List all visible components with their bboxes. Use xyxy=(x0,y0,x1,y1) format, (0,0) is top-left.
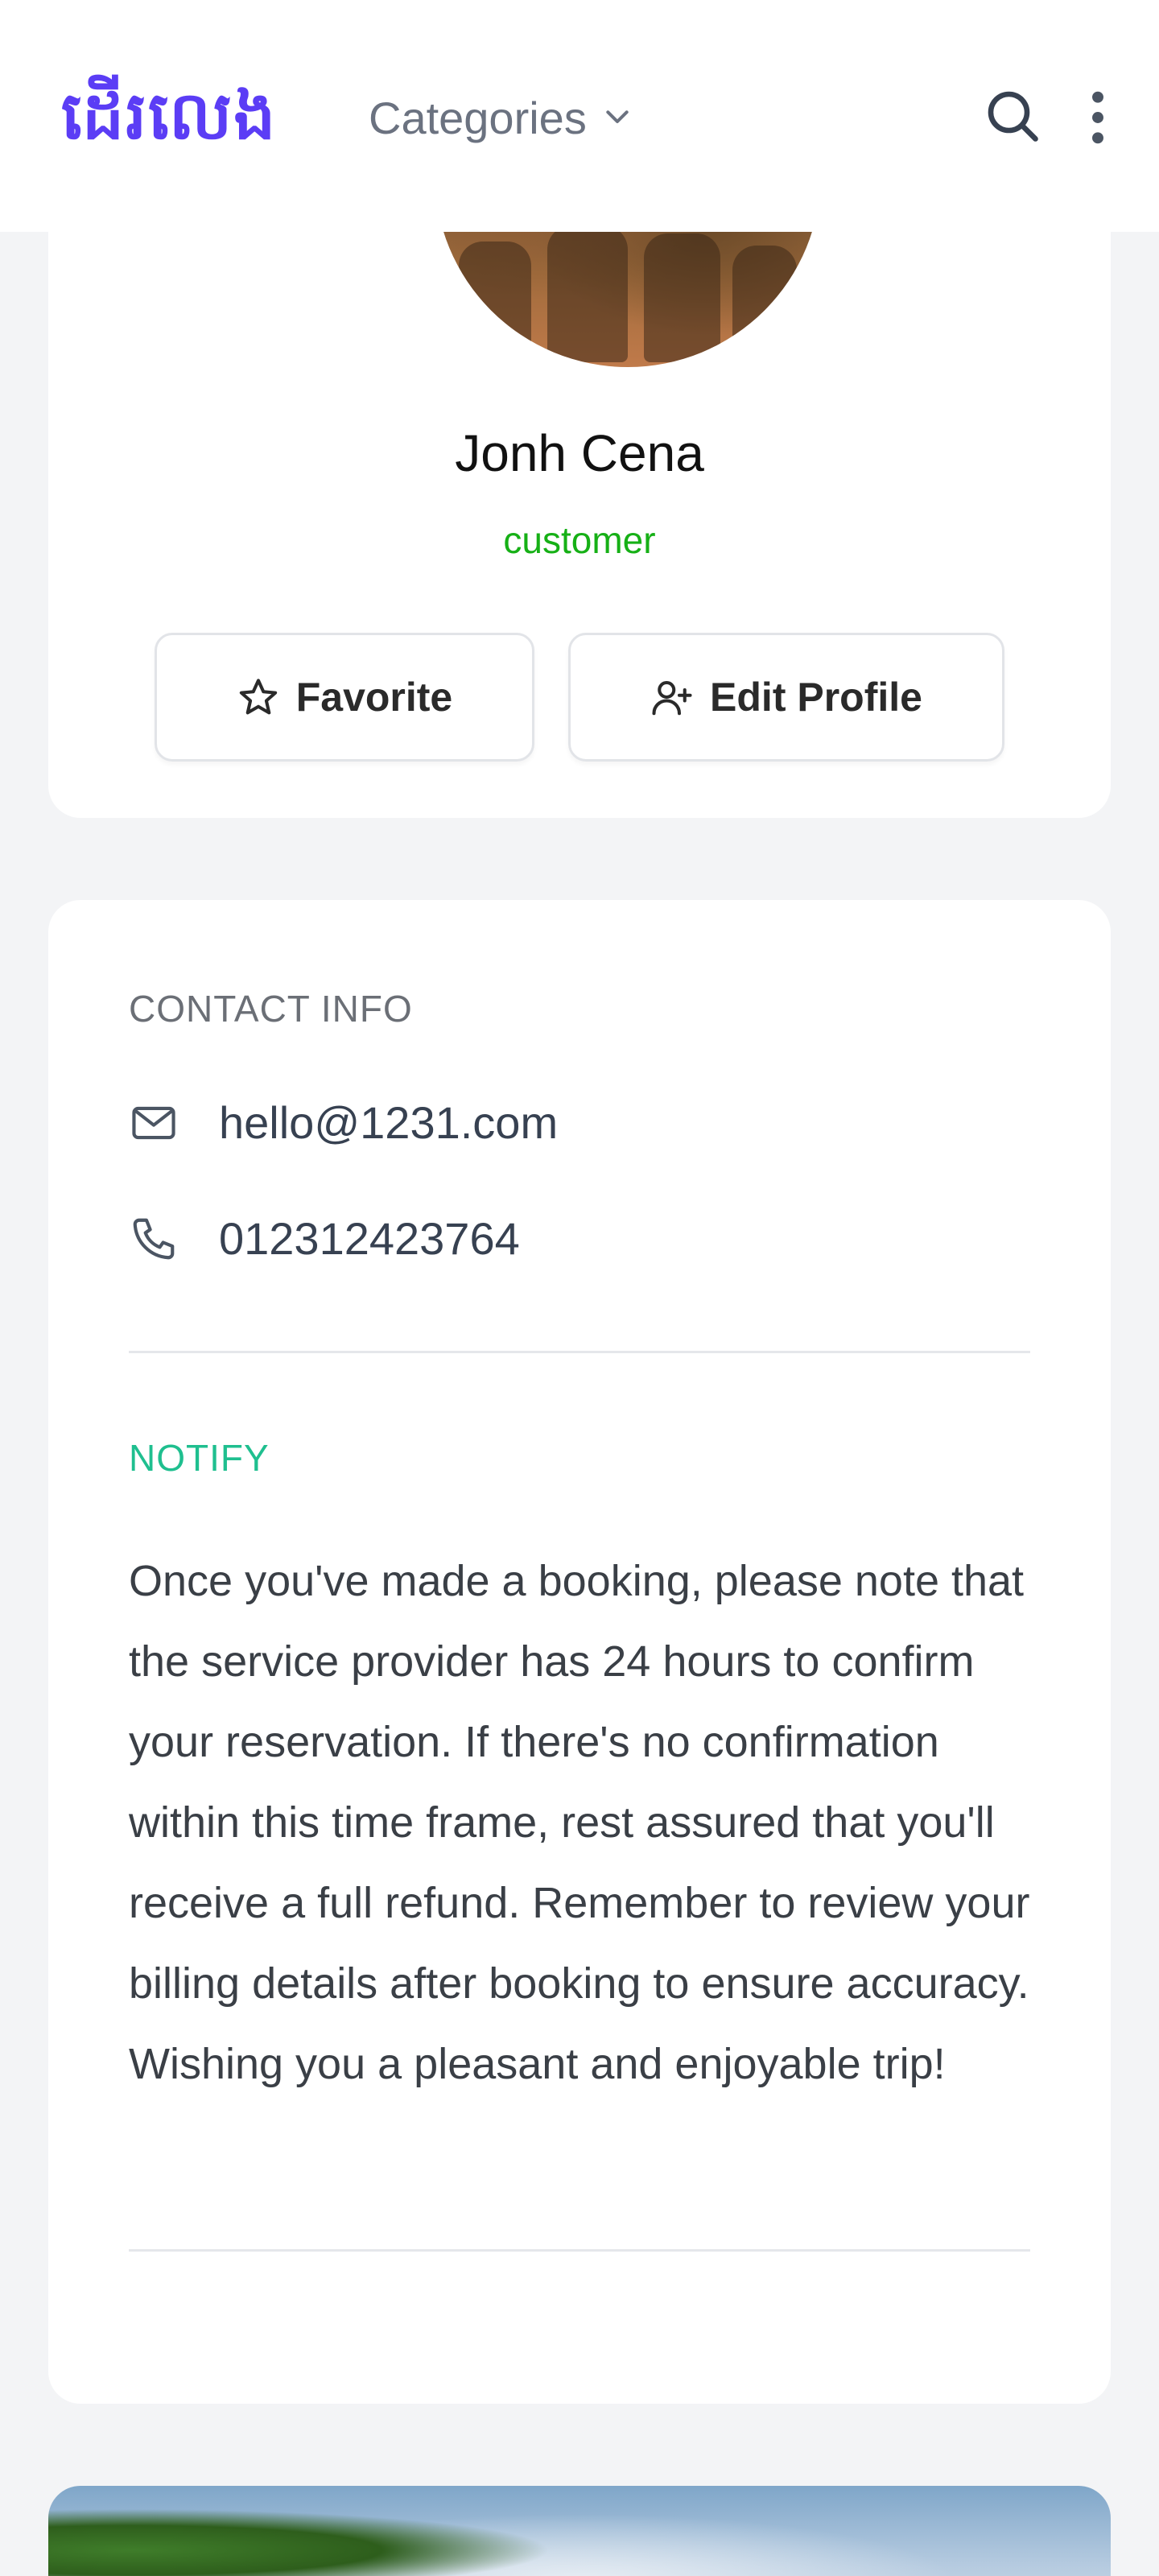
phone-icon xyxy=(133,1218,175,1259)
categories-label: Categories xyxy=(369,92,587,143)
contact-info-card: CONTACT INFO hello@1231.com 012312423764… xyxy=(48,900,1111,2404)
more-vertical-icon[interactable] xyxy=(1079,87,1117,148)
edit-profile-button[interactable]: Edit Profile xyxy=(568,633,1004,762)
notify-message: Once you've made a booking, please note … xyxy=(129,1557,1030,2088)
chevron-down-icon xyxy=(606,110,629,123)
phone-value: 012312423764 xyxy=(219,1213,520,1264)
favorite-button[interactable]: Favorite xyxy=(155,633,534,762)
search-icon[interactable] xyxy=(984,87,1041,145)
edit-profile-label: Edit Profile xyxy=(710,675,922,720)
notify-heading: NOTIFY xyxy=(129,1437,270,1479)
profile-card: Jonh Cena customer Favorite Edit Profile xyxy=(48,48,1111,818)
mail-icon xyxy=(132,1106,175,1139)
divider xyxy=(129,2249,1030,2252)
email-row[interactable]: hello@1231.com xyxy=(129,1096,558,1149)
favorite-label: Favorite xyxy=(295,675,453,720)
page: ដើរលេង Categories Jonh Cena customer Fav… xyxy=(0,0,1159,2576)
categories-dropdown[interactable]: Categories xyxy=(369,84,633,151)
site-logo[interactable]: ដើរលេង xyxy=(61,64,277,169)
profile-name: Jonh Cena xyxy=(455,424,704,482)
contact-info-heading: CONTACT INFO xyxy=(129,988,413,1030)
star-icon xyxy=(239,679,277,715)
divider xyxy=(129,1351,1030,1353)
destination-image-card[interactable] xyxy=(48,2486,1111,2576)
phone-row[interactable]: 012312423764 xyxy=(129,1212,520,1265)
user-plus-icon xyxy=(652,680,692,716)
email-value: hello@1231.com xyxy=(219,1097,559,1148)
profile-role: customer xyxy=(503,519,656,561)
top-navigation-bar: ដើរលេង Categories xyxy=(0,0,1159,232)
